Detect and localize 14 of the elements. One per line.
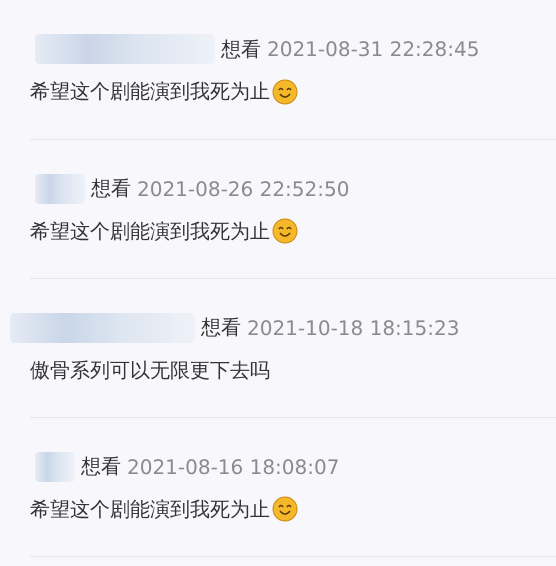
blurred-username <box>35 174 85 204</box>
comment-text: 傲骨系列可以无限更下去吗 <box>30 356 270 384</box>
comment-time: 2021-08-26 22:52:50 <box>137 176 350 200</box>
rating-status: 想看 <box>221 36 261 62</box>
blurred-username <box>35 452 75 482</box>
comment-time: 2021-08-31 22:28:45 <box>267 37 480 61</box>
comment-time: 2021-10-18 18:15:23 <box>247 316 460 340</box>
rating-status: 想看 <box>201 314 241 341</box>
rating-status: 想看 <box>91 175 131 202</box>
comment-text: 希望这个剧能演到我死为止 <box>30 218 270 244</box>
comment-text: 希望这个剧能演到我死为止 <box>30 496 270 522</box>
comment-text: 希望这个剧能演到我死为止 <box>30 78 270 105</box>
rating-status: 想看 <box>81 453 121 480</box>
comment-time: 2021-08-16 18:08:07 <box>127 454 340 478</box>
